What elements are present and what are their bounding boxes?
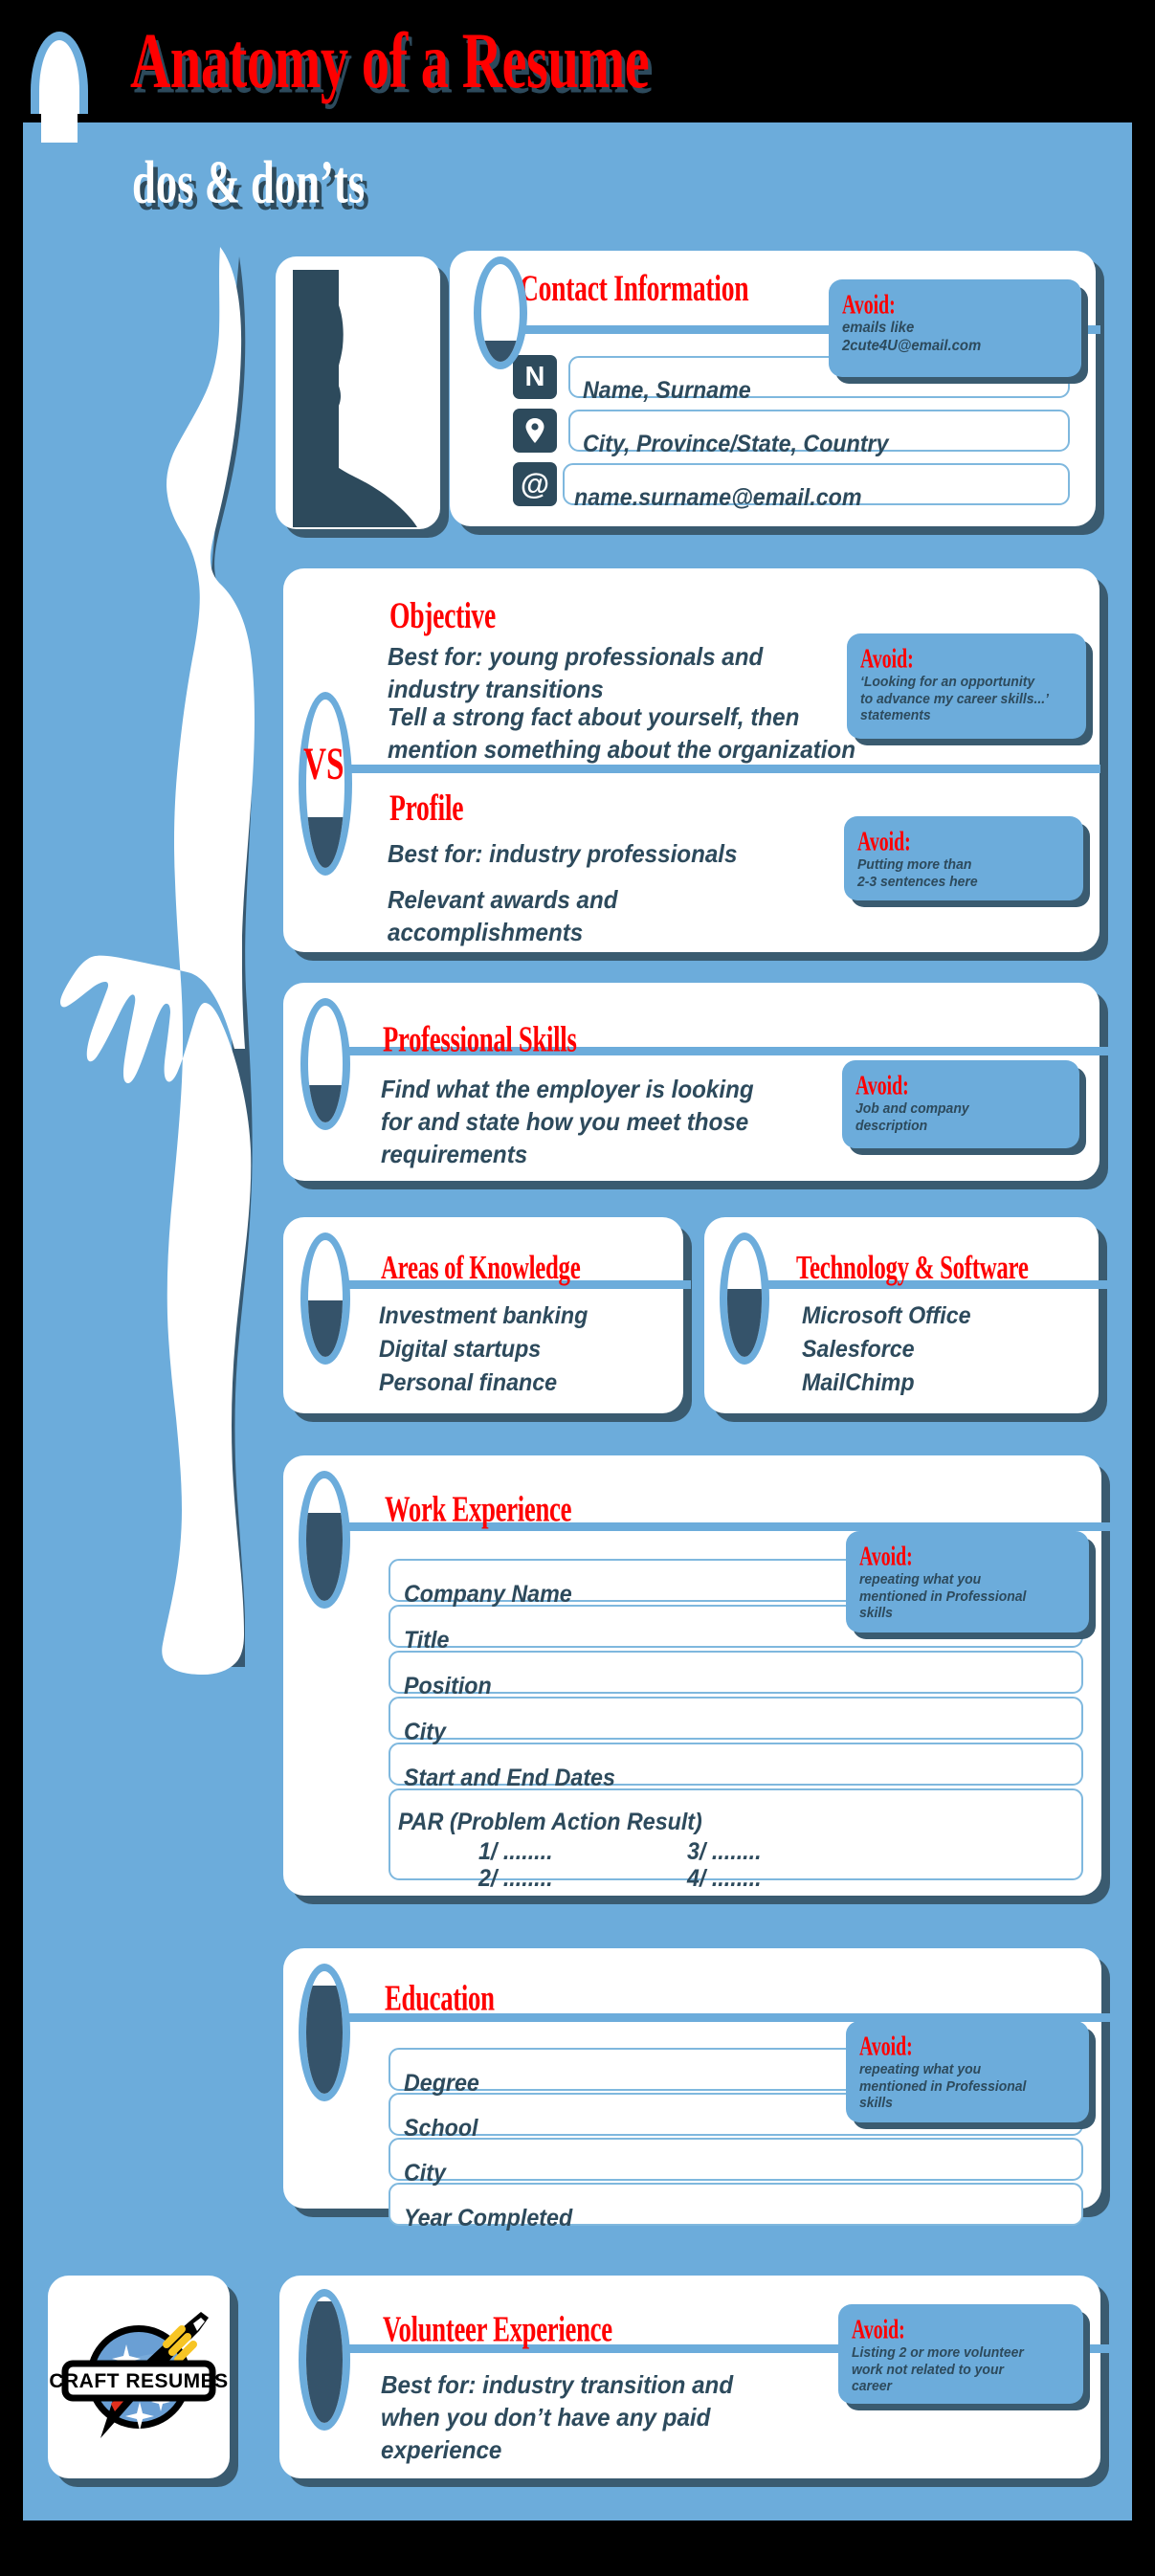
avoid-label: Avoid: bbox=[842, 289, 896, 320]
work-field-label-title: Title bbox=[404, 1627, 450, 1654]
bone-marker-oval bbox=[31, 32, 88, 114]
bone-marker-icon bbox=[31, 32, 88, 143]
contact-value-email: name.surname@email.com bbox=[574, 484, 862, 511]
section-title-profile: Profile bbox=[389, 788, 464, 829]
section-title-areas-of-knowledge: Areas of Knowledge bbox=[381, 1249, 581, 1286]
volunteer-experience-bullet-icon bbox=[299, 2289, 350, 2431]
areas-of-knowledge-item-2: Personal finance bbox=[379, 1369, 558, 1396]
profile-line-2: Relevant awards and accomplishments bbox=[388, 885, 618, 946]
avoid-callout-education: Avoid: repeating what you mentioned in P… bbox=[846, 2021, 1089, 2122]
education-field-label-city: City bbox=[404, 2160, 446, 2187]
technology-software-item-2: MailChimp bbox=[802, 1369, 915, 1396]
avoid-text: repeating what you mentioned in Professi… bbox=[859, 2061, 1027, 2112]
page-subtitle: dos & don’ts bbox=[132, 149, 366, 217]
section-title-work-experience: Work Experience bbox=[385, 1490, 572, 1530]
work-par-label: PAR (Problem Action Result) bbox=[398, 1809, 702, 1835]
section-title-contact: Contact Information bbox=[520, 268, 749, 309]
work-par-item-2: 2/ ........ bbox=[478, 1865, 553, 1892]
avoid-callout-objective: Avoid: ‘Looking for an opportunity to ad… bbox=[847, 633, 1086, 739]
work-field-label-city: City bbox=[404, 1719, 446, 1745]
bone-marker-stem bbox=[41, 106, 78, 143]
education-field-label-year: Year Completed bbox=[404, 2205, 573, 2232]
professional-skills-text: Find what the employer is looking for an… bbox=[381, 1075, 754, 1168]
work-experience-bullet-icon bbox=[299, 1471, 350, 1609]
head-portrait-card bbox=[276, 256, 440, 529]
section-title-professional-skills: Professional Skills bbox=[383, 1020, 577, 1060]
avoid-text: Putting more than 2-3 sentences here bbox=[857, 856, 978, 890]
education-field-label-school: School bbox=[404, 2115, 478, 2142]
body-silhouette bbox=[0, 239, 316, 1770]
contact-value-name: Name, Surname bbox=[583, 377, 751, 404]
work-field-label-dates: Start and End Dates bbox=[404, 1765, 615, 1791]
work-par-item-1: 1/ ........ bbox=[478, 1838, 553, 1865]
page-title: Anatomy of a Resume bbox=[130, 18, 650, 105]
avoid-label: Avoid: bbox=[859, 2031, 913, 2061]
work-field-city[interactable] bbox=[389, 1697, 1083, 1740]
avoid-label: Avoid: bbox=[857, 826, 911, 856]
avoid-callout-profile: Avoid: Putting more than 2-3 sentences h… bbox=[844, 816, 1083, 900]
professional-skills-bullet-icon bbox=[300, 998, 350, 1130]
avoid-callout-professional-skills: Avoid: Job and company description bbox=[842, 1060, 1079, 1148]
technology-software-item-0: Microsoft Office bbox=[802, 1302, 971, 1329]
avoid-text: emails like 2cute4U@email.com bbox=[842, 320, 982, 354]
objective-line-1: Best for: young professionals and indust… bbox=[388, 642, 764, 703]
email-at-icon: @ bbox=[513, 462, 557, 506]
technology-software-item-1: Salesforce bbox=[802, 1336, 915, 1363]
avoid-callout-volunteer-experience: Avoid: Listing 2 or more volunteer work … bbox=[838, 2304, 1083, 2404]
work-par-item-4: 4/ ........ bbox=[687, 1865, 762, 1892]
avoid-label: Avoid: bbox=[855, 1070, 909, 1100]
avoid-text: repeating what you mentioned in Professi… bbox=[859, 1571, 1027, 1622]
section-title-education: Education bbox=[385, 1979, 495, 2019]
work-par-item-3: 3/ ........ bbox=[687, 1838, 762, 1865]
work-field-label-position: Position bbox=[404, 1673, 492, 1699]
education-field-city[interactable] bbox=[389, 2138, 1083, 2181]
areas-of-knowledge-item-0: Investment banking bbox=[379, 1302, 589, 1329]
vs-label: VS bbox=[303, 739, 344, 790]
svg-text:CRAFT RESUMES: CRAFT RESUMES bbox=[49, 2370, 228, 2392]
section-title-technology-software: Technology & Software bbox=[796, 1249, 1029, 1286]
areas-of-knowledge-bullet-icon bbox=[300, 1232, 350, 1365]
areas-of-knowledge-item-1: Digital startups bbox=[379, 1336, 542, 1363]
profile-line-1: Best for: industry professionals bbox=[388, 839, 738, 868]
avoid-label: Avoid: bbox=[860, 643, 914, 674]
location-pin-icon bbox=[513, 409, 557, 453]
avoid-text: Listing 2 or more volunteer work not rel… bbox=[852, 2344, 1024, 2395]
logo-card: CRAFT RESUMES bbox=[48, 2276, 230, 2478]
avoid-callout-contact: Avoid: emails like 2cute4U@email.com bbox=[829, 279, 1081, 377]
section-title-volunteer-experience: Volunteer Experience bbox=[383, 2310, 612, 2350]
infographic-page: Anatomy of a Resume dos & don’ts Contact… bbox=[0, 0, 1155, 2576]
contact-bullet-icon bbox=[474, 256, 527, 369]
avoid-text: ‘Looking for an opportunity to advance m… bbox=[860, 674, 1049, 724]
section-title-objective: Objective bbox=[389, 595, 496, 636]
avoid-label: Avoid: bbox=[859, 1541, 913, 1571]
education-field-label-degree: Degree bbox=[404, 2070, 479, 2097]
avoid-text: Job and company description bbox=[855, 1100, 969, 1134]
objective-line-2: Tell a strong fact about yourself, then … bbox=[388, 702, 855, 764]
work-field-label-company: Company Name bbox=[404, 1581, 572, 1608]
education-bullet-icon bbox=[299, 1964, 350, 2101]
avoid-callout-work-experience: Avoid: repeating what you mentioned in P… bbox=[846, 1531, 1089, 1632]
volunteer-experience-text: Best for: industry transition and when y… bbox=[381, 2370, 734, 2464]
work-field-position[interactable] bbox=[389, 1651, 1083, 1694]
avoid-label: Avoid: bbox=[852, 2314, 905, 2344]
contact-value-location: City, Province/State, Country bbox=[583, 431, 889, 457]
technology-software-bullet-icon bbox=[720, 1232, 769, 1365]
